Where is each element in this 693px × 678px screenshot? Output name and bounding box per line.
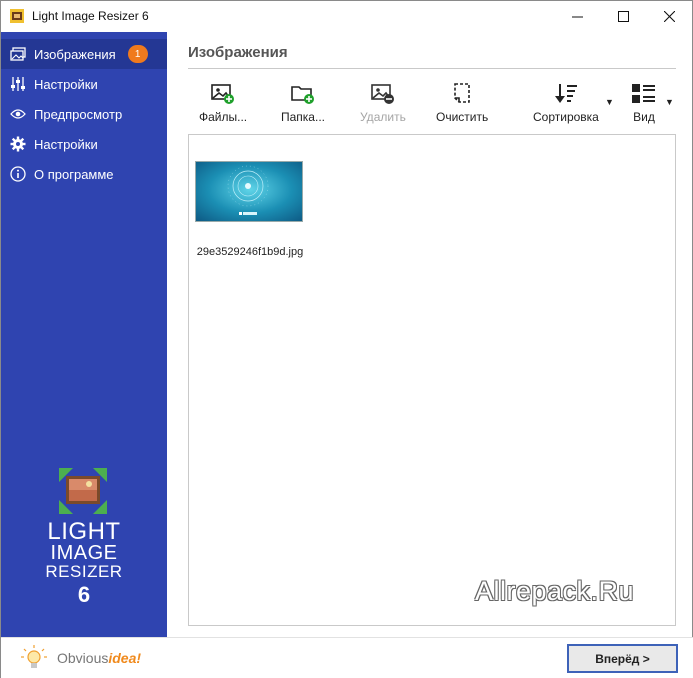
sort-button[interactable]: Сортировка [533, 83, 599, 127]
logo-text-resizer: RESIZER [45, 562, 123, 581]
app-window: Light Image Resizer 6 Изображения 1 Наст… [0, 0, 693, 678]
sidebar-item-label: Настройки [34, 136, 98, 152]
delete-label: Удалить [360, 110, 406, 124]
add-folder-button[interactable]: Папка... [281, 83, 325, 127]
minimize-icon [571, 16, 583, 18]
sort-label: Сортировка [533, 110, 599, 124]
add-folder-label: Папка... [281, 110, 325, 124]
sidebar-item-images[interactable]: Изображения 1 [1, 39, 167, 69]
sidebar-item-label: О программе [34, 166, 114, 182]
brand-name: Obviousidea! [57, 650, 142, 666]
sidebar-item-preferences[interactable]: Настройки [1, 129, 167, 159]
lightbulb-icon [21, 645, 47, 668]
sidebar-item-label: Предпросмотр [34, 106, 123, 122]
window-title: Light Image Resizer 6 [32, 9, 149, 23]
app-logo-icon [10, 9, 24, 23]
logo-text-version: 6 [77, 582, 91, 607]
clear-list-icon [454, 83, 470, 103]
view-label: Вид [633, 110, 655, 124]
title-divider [188, 68, 676, 69]
info-icon [10, 166, 26, 182]
add-files-label: Файлы... [199, 110, 248, 124]
close-button[interactable] [646, 1, 692, 32]
clear-label: Очистить [436, 110, 489, 124]
close-icon [663, 11, 675, 22]
eye-icon [10, 106, 26, 122]
view-button[interactable]: Вид [631, 83, 657, 127]
sidebar-item-about[interactable]: О программе [1, 159, 167, 189]
view-list-icon [632, 84, 655, 103]
add-image-icon [211, 84, 235, 104]
remove-image-icon [371, 84, 394, 104]
windows-wallpaper-thumbnail [196, 162, 302, 221]
sidebar: Изображения 1 Настройки Предпросмотр Нас… [1, 32, 167, 637]
page-title: Изображения [188, 44, 288, 61]
sliders-icon [10, 76, 26, 92]
images-icon [10, 46, 26, 62]
images-count-badge: 1 [127, 45, 148, 63]
watermark-text: Allrepack.Ru [475, 576, 635, 606]
sort-icon [554, 84, 577, 103]
maximize-icon [617, 11, 629, 22]
maximize-button[interactable] [600, 1, 646, 32]
minimize-button[interactable] [554, 1, 600, 32]
light-image-resizer-logo-icon [59, 468, 107, 514]
sidebar-item-preview[interactable]: Предпросмотр [1, 99, 167, 129]
next-button[interactable]: Вперёд > [567, 644, 678, 673]
sidebar-item-label: Настройки [34, 76, 98, 92]
title-bar: Light Image Resizer 6 [1, 1, 692, 32]
obviousidea-brand[interactable]: Obviousidea! [1, 637, 167, 678]
view-dropdown-caret-icon[interactable]: ▼ [665, 97, 674, 107]
sidebar-item-label: Изображения [34, 46, 116, 62]
sidebar-item-settings[interactable]: Настройки [1, 69, 167, 99]
add-files-button[interactable]: Файлы... [199, 83, 247, 127]
gear-icon [10, 136, 26, 152]
image-thumbnail[interactable] [195, 161, 303, 222]
image-filename: 29e3529246f1b9d.jpg [196, 246, 304, 258]
clear-button[interactable]: Очистить [436, 83, 488, 127]
sort-dropdown-caret-icon[interactable]: ▼ [605, 97, 614, 107]
add-folder-icon [291, 86, 314, 104]
delete-button[interactable]: Удалить [360, 83, 406, 127]
